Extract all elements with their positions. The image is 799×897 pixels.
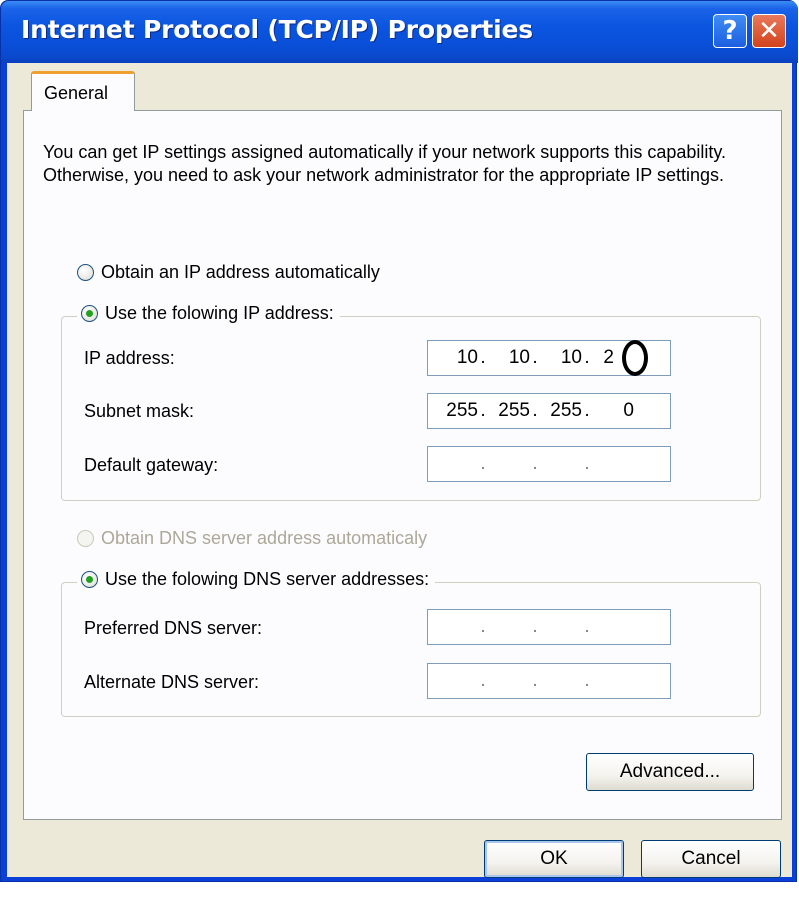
preferred-dot: . [532, 616, 538, 637]
use-ip-manual-radio[interactable] [81, 305, 98, 322]
subnet-octet-1: 255 [446, 400, 478, 421]
title-bar[interactable]: Internet Protocol (TCP/IP) Properties ? … [1, 1, 798, 63]
dialog-client-area: General You can get IP settings assigned… [7, 63, 792, 878]
subnet-mask-field[interactable]: 255 . 255 . 255 . 0 [427, 393, 671, 429]
use-dns-manual-option[interactable]: Use the folowing DNS server addresses: [77, 569, 436, 590]
tab-general-label: General [44, 83, 109, 103]
help-button[interactable]: ? [713, 14, 747, 48]
intro-text: You can get IP settings assigned automat… [43, 142, 727, 185]
ip-octet-1: 10 [456, 347, 478, 368]
alternate-dot: . [532, 670, 538, 691]
ip-address-label: IP address: [84, 348, 175, 368]
advanced-button[interactable]: Advanced... [586, 753, 754, 791]
obtain-ip-auto-radio[interactable] [77, 264, 94, 281]
alternate-dot: . [584, 670, 590, 691]
ok-button[interactable]: OK [484, 840, 624, 878]
ip-octet-3: 10 [560, 347, 582, 368]
ip-octet-4: 2 [603, 347, 614, 368]
ip-octet-2: 10 [508, 347, 530, 368]
annotation-circle [622, 340, 648, 376]
subnet-dot: . [584, 400, 590, 421]
obtain-dns-auto-option[interactable]: Obtain DNS server address automaticaly [77, 528, 434, 549]
ip-dot: . [584, 347, 590, 368]
alternate-dot: . [480, 670, 486, 691]
subnet-dot: . [480, 400, 486, 421]
preferred-dot: . [584, 616, 590, 637]
obtain-ip-auto-label: Obtain an IP address automatically [101, 262, 380, 282]
default-gateway-field[interactable]: . . . [427, 446, 671, 482]
subnet-mask-label: Subnet mask: [84, 401, 195, 421]
dialog-window: Internet Protocol (TCP/IP) Properties ? … [0, 0, 798, 882]
obtain-ip-auto-option[interactable]: Obtain an IP address automatically [77, 262, 386, 283]
preferred-dot: . [480, 616, 486, 637]
alternate-dns-field[interactable]: . . . [427, 663, 671, 699]
use-dns-manual-radio[interactable] [81, 571, 98, 588]
cancel-button[interactable]: Cancel [641, 840, 781, 878]
subnet-octet-4: 0 [623, 400, 634, 421]
preferred-dns-label: Preferred DNS server: [84, 618, 263, 638]
window-title: Internet Protocol (TCP/IP) Properties [21, 15, 533, 44]
gateway-dot: . [480, 453, 486, 474]
use-ip-manual-label: Use the folowing IP address: [105, 303, 334, 323]
ip-dot: . [480, 347, 486, 368]
tab-general[interactable]: General [31, 71, 135, 111]
obtain-dns-auto-radio[interactable] [77, 530, 94, 547]
default-gateway-label: Default gateway: [84, 455, 219, 475]
use-dns-manual-label: Use the folowing DNS server addresses: [105, 569, 430, 589]
subnet-octet-2: 255 [498, 400, 530, 421]
subnet-dot: . [532, 400, 538, 421]
use-ip-manual-option[interactable]: Use the folowing IP address: [77, 303, 340, 324]
obtain-dns-auto-label: Obtain DNS server address automaticaly [101, 528, 428, 548]
gateway-dot: . [532, 453, 538, 474]
alternate-dns-label: Alternate DNS server: [84, 672, 260, 692]
preferred-dns-field[interactable]: . . . [427, 609, 671, 645]
ip-dot: . [532, 347, 538, 368]
gateway-dot: . [584, 453, 590, 474]
close-button[interactable]: ✕ [752, 14, 786, 48]
subnet-octet-3: 255 [550, 400, 582, 421]
